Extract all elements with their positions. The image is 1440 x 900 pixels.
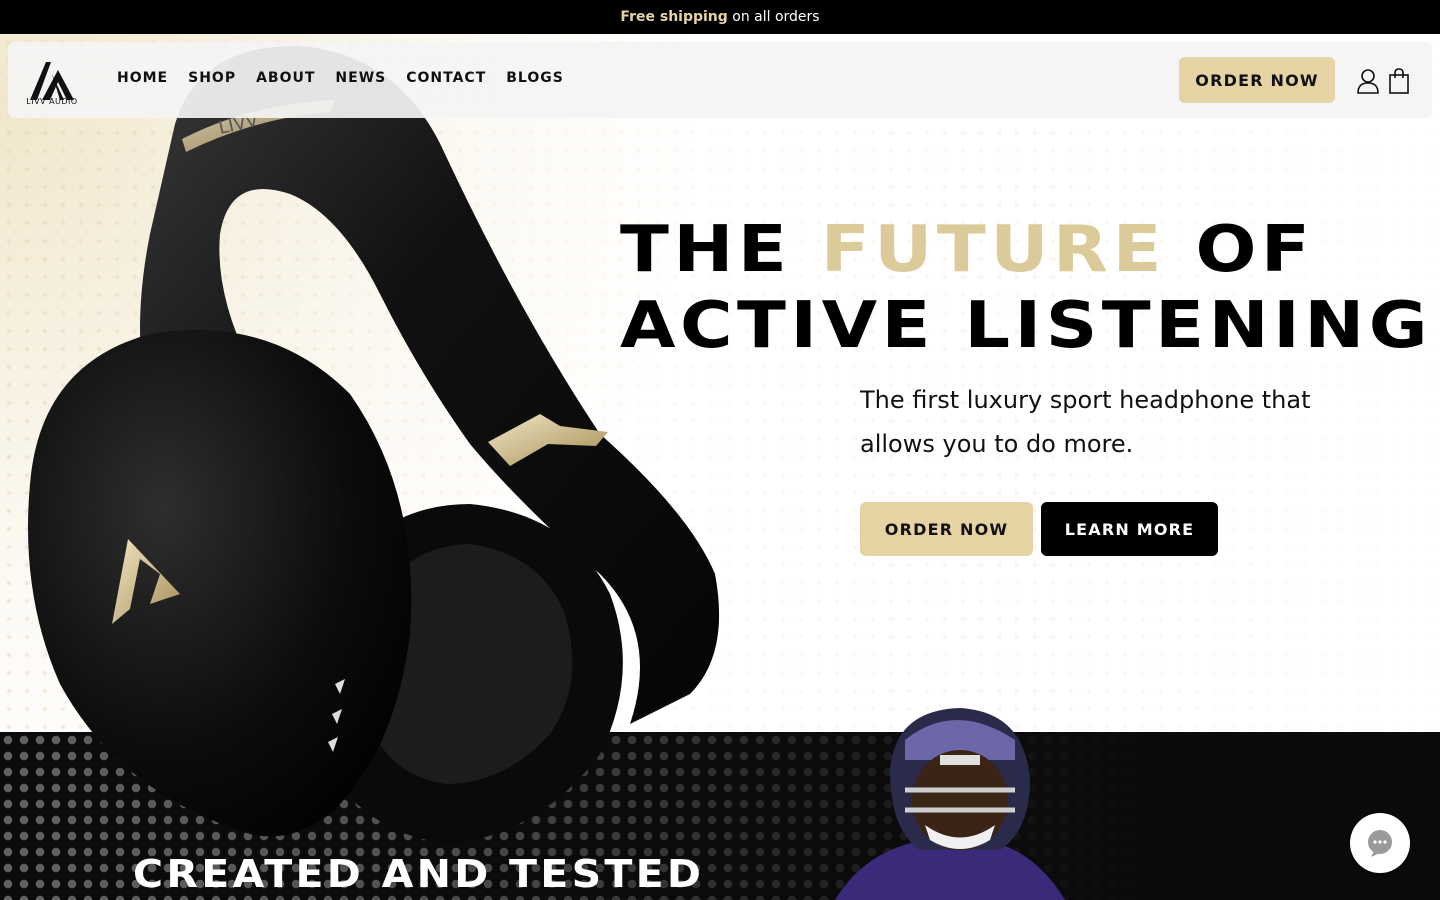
main-nav: HOME SHOP ABOUT NEWS CONTACT BLOGS <box>117 70 584 86</box>
nav-item-about[interactable]: ABOUT <box>256 70 315 86</box>
headline-highlight: FUTURE <box>820 213 1167 287</box>
brand-name: LIVV AUDIO <box>26 97 78 106</box>
nav-item-contact[interactable]: CONTACT <box>406 70 486 86</box>
nav-order-button[interactable]: ORDER NOW <box>1179 57 1335 103</box>
chat-icon <box>1368 830 1392 857</box>
headline-part-2: OF <box>1166 213 1315 287</box>
announcement-bar: Free shipping on all orders <box>0 0 1440 34</box>
announcement-highlight: Free shipping <box>620 9 728 25</box>
hero-order-button[interactable]: ORDER NOW <box>860 502 1033 556</box>
nav-item-home[interactable]: HOME <box>117 70 168 86</box>
hero-headline: THE FUTURE OF ACTIVE LISTENING <box>620 212 1432 364</box>
hero-learn-more-button[interactable]: LEARN MORE <box>1041 502 1218 556</box>
section-title: CREATED AND TESTED <box>133 852 705 896</box>
hero-subtitle: The first luxury sport headphone that al… <box>860 386 1311 458</box>
user-icon[interactable] <box>1356 68 1380 94</box>
announcement-text: on all orders <box>727 9 820 25</box>
headphones-image: LIVV <box>28 45 720 844</box>
headline-part-1: THE <box>620 213 821 287</box>
athlete-image <box>835 708 1065 900</box>
headline-line-2: ACTIVE LISTENING <box>620 289 1433 363</box>
headline-line-1: THE FUTURE OF <box>620 212 1432 288</box>
chat-button[interactable] <box>1350 813 1410 873</box>
nav-item-blogs[interactable]: BLOGS <box>506 70 564 86</box>
nav-item-news[interactable]: NEWS <box>335 70 386 86</box>
shopping-bag-icon[interactable] <box>1388 68 1410 94</box>
nav-item-shop[interactable]: SHOP <box>188 70 236 86</box>
header-navbar: LIVV AUDIO HOME SHOP ABOUT NEWS CONTACT … <box>8 42 1432 118</box>
